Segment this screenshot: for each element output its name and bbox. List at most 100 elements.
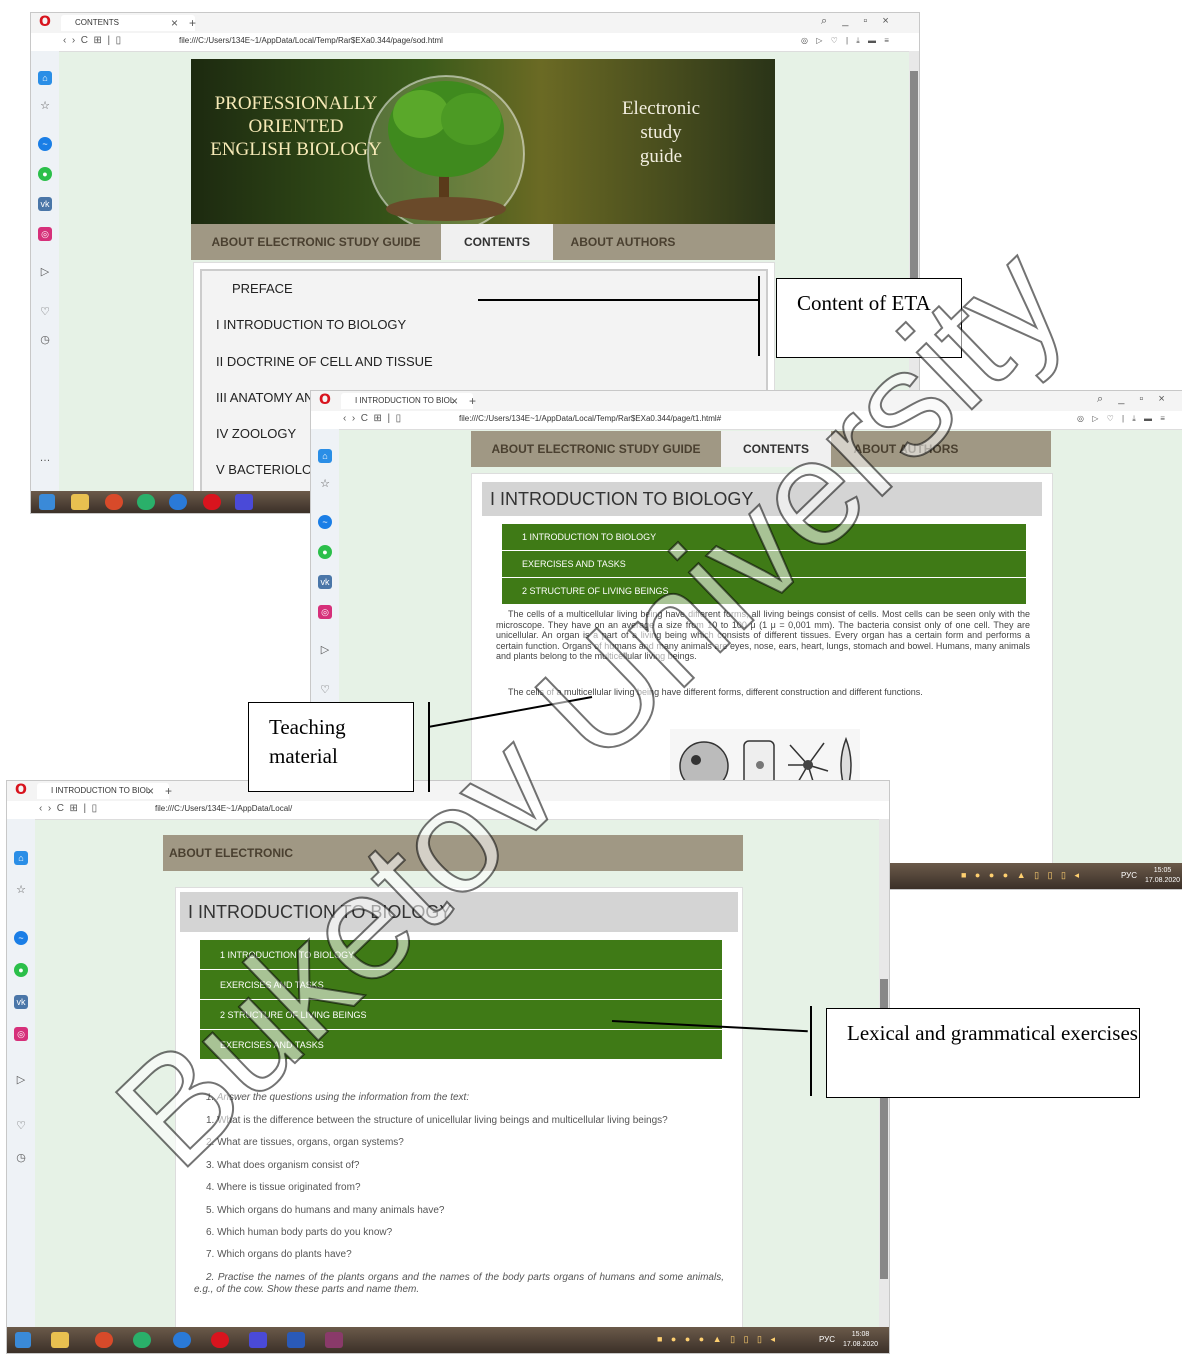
file-explorer-icon[interactable] — [51, 1332, 69, 1348]
contents-item[interactable]: V BACTERIOLO — [216, 462, 312, 477]
vk-icon[interactable]: vk — [38, 197, 52, 211]
chrome-icon[interactable] — [105, 494, 123, 510]
word-icon[interactable] — [287, 1332, 305, 1348]
question-item: 1. What is the difference between the st… — [206, 1115, 668, 1126]
speed-dial-icon[interactable]: ☆ — [38, 99, 52, 113]
home-icon[interactable]: ⌂ — [14, 851, 28, 865]
nav-buttons[interactable]: ‹ › C ⊞ | ▯ — [39, 803, 97, 814]
windows-start-icon[interactable] — [39, 494, 55, 510]
menu-about-authors[interactable]: ABOUT AUTHORS — [553, 224, 693, 260]
menu-contents[interactable]: CONTENTS — [441, 224, 553, 260]
windows-start-icon[interactable] — [15, 1332, 31, 1348]
opera-taskbar-icon[interactable] — [211, 1332, 229, 1348]
history-icon[interactable]: ◷ — [38, 333, 52, 347]
instagram-icon[interactable]: ◎ — [14, 1027, 28, 1041]
banner-title: PROFESSIONALLY ORIENTED ENGLISH BIOLOGY — [201, 92, 391, 161]
whatsapp-icon[interactable]: ● — [38, 167, 52, 181]
flow-icon[interactable]: ▷ — [14, 1073, 28, 1087]
instagram-icon[interactable]: ◎ — [318, 605, 332, 619]
banner-subtitle-line: study — [640, 122, 682, 143]
menu-about-guide[interactable]: ABOUT ELECTRONIC — [163, 835, 329, 871]
chrome-icon[interactable] — [95, 1332, 113, 1348]
toolbar-icons[interactable]: ◎ ▷ ♡ | ⤓ ▬ ≡ — [801, 36, 892, 46]
address-bar: ‹ › C ⊞ | ▯ file:///C:/Users/134E~1/AppD… — [7, 801, 889, 820]
toolbar-icons[interactable]: ◎ ▷ ♡ | ⤓ ▬ ≡ — [1077, 414, 1168, 424]
mail-icon[interactable] — [133, 1332, 151, 1348]
clock-date: 17.08.2020 — [1145, 877, 1181, 884]
heart-icon[interactable]: ♡ — [38, 305, 52, 319]
vk-icon[interactable]: vk — [14, 995, 28, 1009]
settings-taskbar-icon[interactable] — [249, 1332, 267, 1348]
menu-contents[interactable]: CONTENTS — [721, 431, 831, 467]
new-tab-icon[interactable]: + — [469, 393, 476, 409]
contents-item[interactable]: IV ZOOLOGY — [216, 426, 296, 441]
close-tab-icon[interactable]: × — [147, 783, 154, 799]
flow-icon[interactable]: ▷ — [318, 643, 332, 657]
language-indicator[interactable]: РУС — [819, 1335, 835, 1344]
tab-bar: O I INTRODUCTION TO BIOL × + ⌕ _ ▫ × — [311, 391, 1182, 411]
lesson-button[interactable]: 1 INTRODUCTION TO BIOLOGY — [502, 524, 1026, 551]
lesson-button[interactable]: 2 STRUCTURE OF LIVING BEINGS — [502, 578, 1026, 605]
whatsapp-icon[interactable]: ● — [14, 963, 28, 977]
speed-dial-icon[interactable]: ☆ — [14, 883, 28, 897]
contents-item[interactable]: PREFACE — [232, 281, 293, 296]
file-explorer-icon[interactable] — [71, 494, 89, 510]
instagram-icon[interactable]: ◎ — [38, 227, 52, 241]
lesson-button[interactable]: 1 INTRODUCTION TO BIOLOGY — [200, 940, 722, 970]
winrar-icon[interactable] — [325, 1332, 343, 1348]
home-icon[interactable]: ⌂ — [318, 449, 332, 463]
history-icon[interactable]: ◷ — [14, 1151, 28, 1165]
heart-icon[interactable]: ♡ — [318, 683, 332, 697]
menu-about-guide[interactable]: ABOUT ELECTRONIC STUDY GUIDE — [471, 431, 721, 467]
callout-lexical: Lexical and grammatical exercises — [826, 1008, 1140, 1098]
clock-time: 15:05 — [1153, 867, 1172, 874]
nav-buttons[interactable]: ‹ › C ⊞ | ▯ — [63, 35, 121, 46]
exercises-button[interactable]: EXERCISES AND TASKS — [200, 970, 722, 1000]
exercises-button[interactable]: EXERCISES AND TASKS — [502, 551, 1026, 578]
url-field[interactable]: file:///C:/Users/134E~1/AppData/Local/ — [155, 804, 292, 813]
opera-logo-icon[interactable]: O — [15, 783, 27, 797]
nav-buttons[interactable]: ‹ › C ⊞ | ▯ — [343, 413, 401, 424]
messenger-icon[interactable]: ~ — [318, 515, 332, 529]
menu-about-authors[interactable]: ABOUT AUTHORS — [831, 431, 981, 467]
contents-item[interactable]: II DOCTRINE OF CELL AND TISSUE — [216, 354, 433, 369]
new-tab-icon[interactable]: + — [189, 15, 196, 31]
clock[interactable]: 15:08 17.08.2020 — [843, 1330, 878, 1350]
clock-date: 17.08.2020 — [843, 1341, 879, 1348]
tab-bar: O CONTENTS × + ⌕ _ ▫ × — [31, 13, 919, 33]
opera-logo-icon[interactable]: O — [39, 15, 51, 29]
opera-logo-icon[interactable]: O — [319, 393, 331, 407]
clock-time: 15:08 — [851, 1331, 870, 1338]
close-tab-icon[interactable]: × — [171, 15, 178, 31]
ie-icon[interactable] — [169, 494, 187, 510]
system-tray-icons[interactable]: ■ ● ● ● ▲ ▯ ▯ ▯ ◂ — [657, 1334, 778, 1345]
exercises-page: I INTRODUCTION TO BIOLOGY 1 INTRODUCTION… — [175, 887, 743, 1333]
system-tray-icons[interactable]: ■ ● ● ● ▲ ▯ ▯ ▯ ◂ — [961, 870, 1082, 881]
speed-dial-icon[interactable]: ☆ — [318, 477, 332, 491]
messenger-icon[interactable]: ~ — [38, 137, 52, 151]
new-tab-icon[interactable]: + — [165, 783, 172, 799]
whatsapp-icon[interactable]: ● — [318, 545, 332, 559]
contents-item[interactable]: I INTRODUCTION TO BIOLOGY — [216, 317, 406, 332]
language-indicator[interactable]: РУС — [1121, 871, 1137, 880]
menu-about-guide[interactable]: ABOUT ELECTRONIC STUDY GUIDE — [191, 224, 441, 260]
opera-taskbar-icon[interactable] — [203, 494, 221, 510]
heart-icon[interactable]: ♡ — [14, 1119, 28, 1133]
messenger-icon[interactable]: ~ — [14, 931, 28, 945]
main-menu: ABOUT ELECTRONIC STUDY GUIDE CONTENTS AB… — [471, 431, 1051, 467]
lesson-button[interactable]: 2 STRUCTURE OF LIVING BEINGS — [200, 1000, 722, 1030]
url-field[interactable]: file:///C:/Users/134E~1/AppData/Local/Te… — [179, 36, 443, 45]
mail-icon[interactable] — [137, 494, 155, 510]
exercises-button[interactable]: EXERCISES AND TASKS — [200, 1030, 722, 1060]
window-controls[interactable]: ⌕ _ ▫ × — [821, 15, 895, 28]
settings-taskbar-icon[interactable] — [235, 494, 253, 510]
window-controls[interactable]: ⌕ _ ▫ × — [1097, 393, 1171, 406]
more-icon[interactable]: … — [38, 451, 52, 465]
ie-icon[interactable] — [173, 1332, 191, 1348]
vk-icon[interactable]: vk — [318, 575, 332, 589]
close-tab-icon[interactable]: × — [451, 393, 458, 409]
clock[interactable]: 15:05 17.08.2020 — [1145, 866, 1180, 886]
home-icon[interactable]: ⌂ — [38, 71, 52, 85]
flow-icon[interactable]: ▷ — [38, 265, 52, 279]
url-field[interactable]: file:///C:/Users/134E~1/AppData/Local/Te… — [459, 414, 721, 423]
